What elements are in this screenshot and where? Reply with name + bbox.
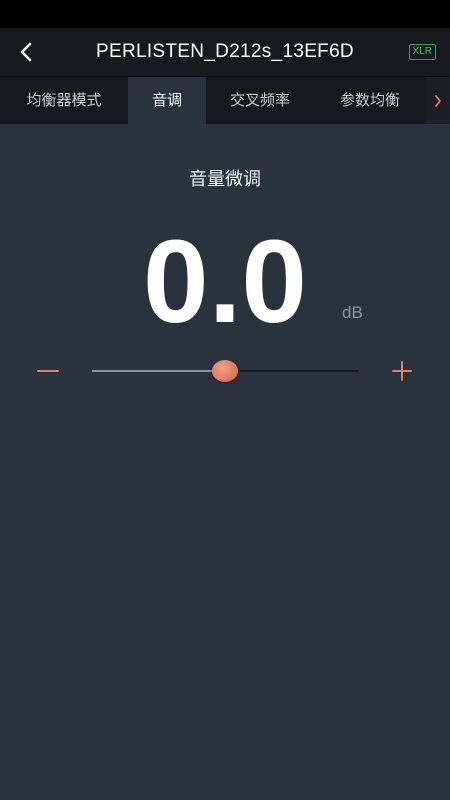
status-bar: [0, 0, 450, 28]
slider-thumb[interactable]: [212, 360, 238, 382]
volume-unit: dB: [342, 303, 363, 322]
chevron-left-icon: [20, 42, 32, 62]
minus-icon: [37, 370, 59, 372]
app-header: PERLISTEN_D212s_13EF6D XLR: [0, 28, 450, 77]
volume-trim-title: 音量微调: [189, 169, 261, 190]
tab-tone[interactable]: 音调: [128, 77, 206, 124]
tab-scroll-right-button[interactable]: [426, 77, 450, 124]
volume-slider[interactable]: [92, 360, 358, 382]
tab-crossover-frequency[interactable]: 交叉频率: [206, 77, 314, 124]
tab-bar: 均衡器模式 音调 交叉频率 参数均衡: [0, 77, 450, 124]
decrease-button[interactable]: [32, 356, 64, 386]
tab-equalizer-mode[interactable]: 均衡器模式: [0, 77, 128, 124]
increase-button[interactable]: [386, 356, 418, 386]
device-title: PERLISTEN_D212s_13EF6D: [96, 41, 354, 62]
back-button[interactable]: [8, 32, 44, 72]
plus-icon: [392, 361, 412, 381]
chevron-right-icon: [435, 94, 441, 107]
slider-fill: [92, 370, 225, 372]
xlr-badge: XLR: [408, 44, 436, 60]
volume-value: 0.0: [142, 216, 308, 348]
tab-parametric-eq[interactable]: 参数均衡: [314, 77, 426, 124]
